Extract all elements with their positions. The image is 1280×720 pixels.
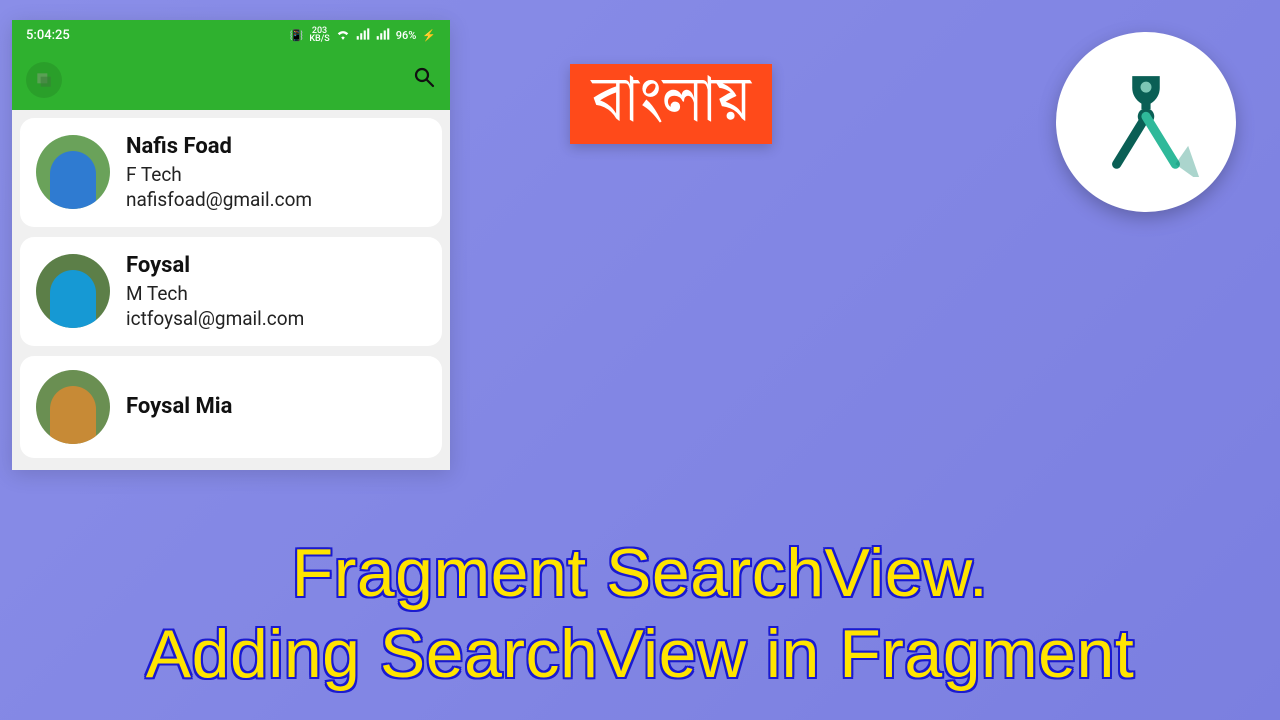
android-studio-logo — [1056, 32, 1236, 212]
thumbnail-headline: Fragment SearchView. Adding SearchView i… — [0, 533, 1280, 696]
list-item[interactable]: Foysal Mia — [20, 356, 442, 458]
charging-icon: ⚡ — [422, 29, 436, 42]
contact-list[interactable]: Nafis Foad F Tech nafisfoad@gmail.com Fo… — [12, 110, 450, 466]
app-toolbar — [12, 50, 450, 110]
phone-screenshot: 5:04:25 📳 203 KB/S 96% ⚡ — [12, 20, 450, 470]
list-item[interactable]: Nafis Foad F Tech nafisfoad@gmail.com — [20, 118, 442, 227]
contact-subtitle: F Tech — [126, 162, 312, 188]
headline-line-1: Fragment SearchView. — [0, 533, 1280, 615]
avatar — [36, 254, 110, 328]
nav-drawer-button[interactable] — [26, 62, 62, 98]
contact-name: Nafis Foad — [126, 132, 312, 162]
contact-email: nafisfoad@gmail.com — [126, 187, 312, 213]
signal-icon-2 — [376, 28, 390, 43]
list-item[interactable]: Foysal M Tech ictfoysal@gmail.com — [20, 237, 442, 346]
status-right: 📳 203 KB/S 96% ⚡ — [290, 27, 436, 43]
status-time: 5:04:25 — [26, 28, 70, 43]
headline-line-2: Adding SearchView in Fragment — [0, 614, 1280, 696]
contact-name: Foysal Mia — [126, 392, 232, 422]
net-speed: 203 KB/S — [309, 27, 329, 43]
language-badge: বাংলায় — [570, 64, 772, 144]
contact-email: ictfoysal@gmail.com — [126, 306, 304, 332]
contact-subtitle: M Tech — [126, 281, 304, 307]
avatar — [36, 370, 110, 444]
signal-icon — [356, 28, 370, 43]
search-button[interactable] — [412, 65, 436, 95]
vibrate-icon: 📳 — [290, 29, 304, 42]
contact-name: Foysal — [126, 251, 304, 281]
language-text: বাংলায় — [592, 51, 750, 153]
battery-text: 96% — [396, 29, 417, 42]
status-bar: 5:04:25 📳 203 KB/S 96% ⚡ — [12, 20, 450, 50]
avatar — [36, 135, 110, 209]
wifi-icon — [336, 28, 350, 43]
